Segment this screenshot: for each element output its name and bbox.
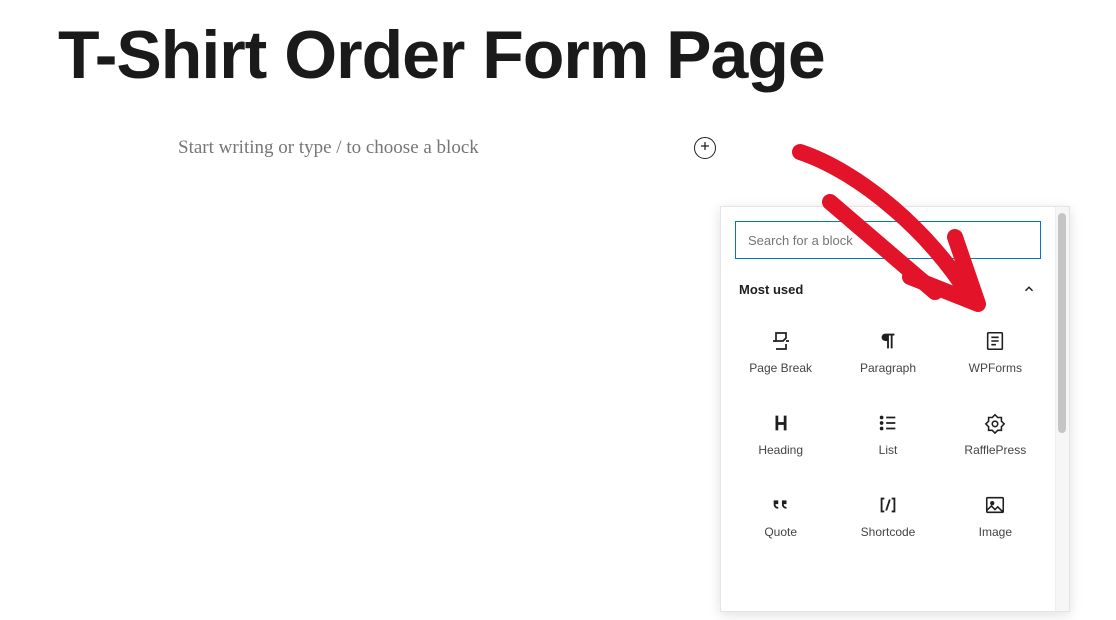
wpforms-icon	[983, 329, 1007, 353]
editor-paragraph-row[interactable]: Start writing or type / to choose a bloc…	[178, 137, 738, 159]
block-grid: Page Break Paragraph WPForms	[721, 305, 1055, 571]
heading-icon	[769, 411, 793, 435]
page-break-icon	[769, 329, 793, 353]
block-search-input[interactable]	[735, 221, 1041, 259]
scrollbar-thumb[interactable]	[1058, 213, 1066, 433]
section-toggle-most-used[interactable]: Most used	[721, 269, 1055, 305]
shortcode-icon	[876, 493, 900, 517]
block-item-page-break[interactable]: Page Break	[727, 311, 834, 393]
block-item-list[interactable]: List	[834, 393, 941, 475]
block-item-image[interactable]: Image	[942, 475, 1049, 557]
section-title: Most used	[739, 282, 803, 297]
block-item-rafflepress[interactable]: RafflePress	[942, 393, 1049, 475]
paragraph-placeholder: Start writing or type / to choose a bloc…	[178, 137, 738, 159]
block-label: Heading	[758, 443, 803, 457]
block-label: Page Break	[749, 361, 812, 375]
block-inserter-panel: Most used Page Break Paragraph	[720, 206, 1070, 612]
block-item-shortcode[interactable]: Shortcode	[834, 475, 941, 557]
block-item-quote[interactable]: Quote	[727, 475, 834, 557]
image-icon	[983, 493, 1007, 517]
block-item-paragraph[interactable]: Paragraph	[834, 311, 941, 393]
inserter-scrollbar[interactable]	[1055, 207, 1069, 611]
block-label: List	[879, 443, 898, 457]
plus-icon	[699, 140, 711, 155]
chevron-up-icon	[1021, 281, 1037, 297]
block-label: Quote	[764, 525, 797, 539]
add-block-button[interactable]	[694, 137, 716, 159]
quote-icon	[769, 493, 793, 517]
block-label: Paragraph	[860, 361, 916, 375]
paragraph-icon	[876, 329, 900, 353]
block-label: WPForms	[969, 361, 1022, 375]
block-label: RafflePress	[964, 443, 1026, 457]
list-icon	[876, 411, 900, 435]
block-item-heading[interactable]: Heading	[727, 393, 834, 475]
block-label: Image	[979, 525, 1012, 539]
page-title[interactable]: T-Shirt Order Form Page	[58, 18, 1116, 93]
block-item-wpforms[interactable]: WPForms	[942, 311, 1049, 393]
rafflepress-icon	[983, 411, 1007, 435]
block-label: Shortcode	[861, 525, 916, 539]
